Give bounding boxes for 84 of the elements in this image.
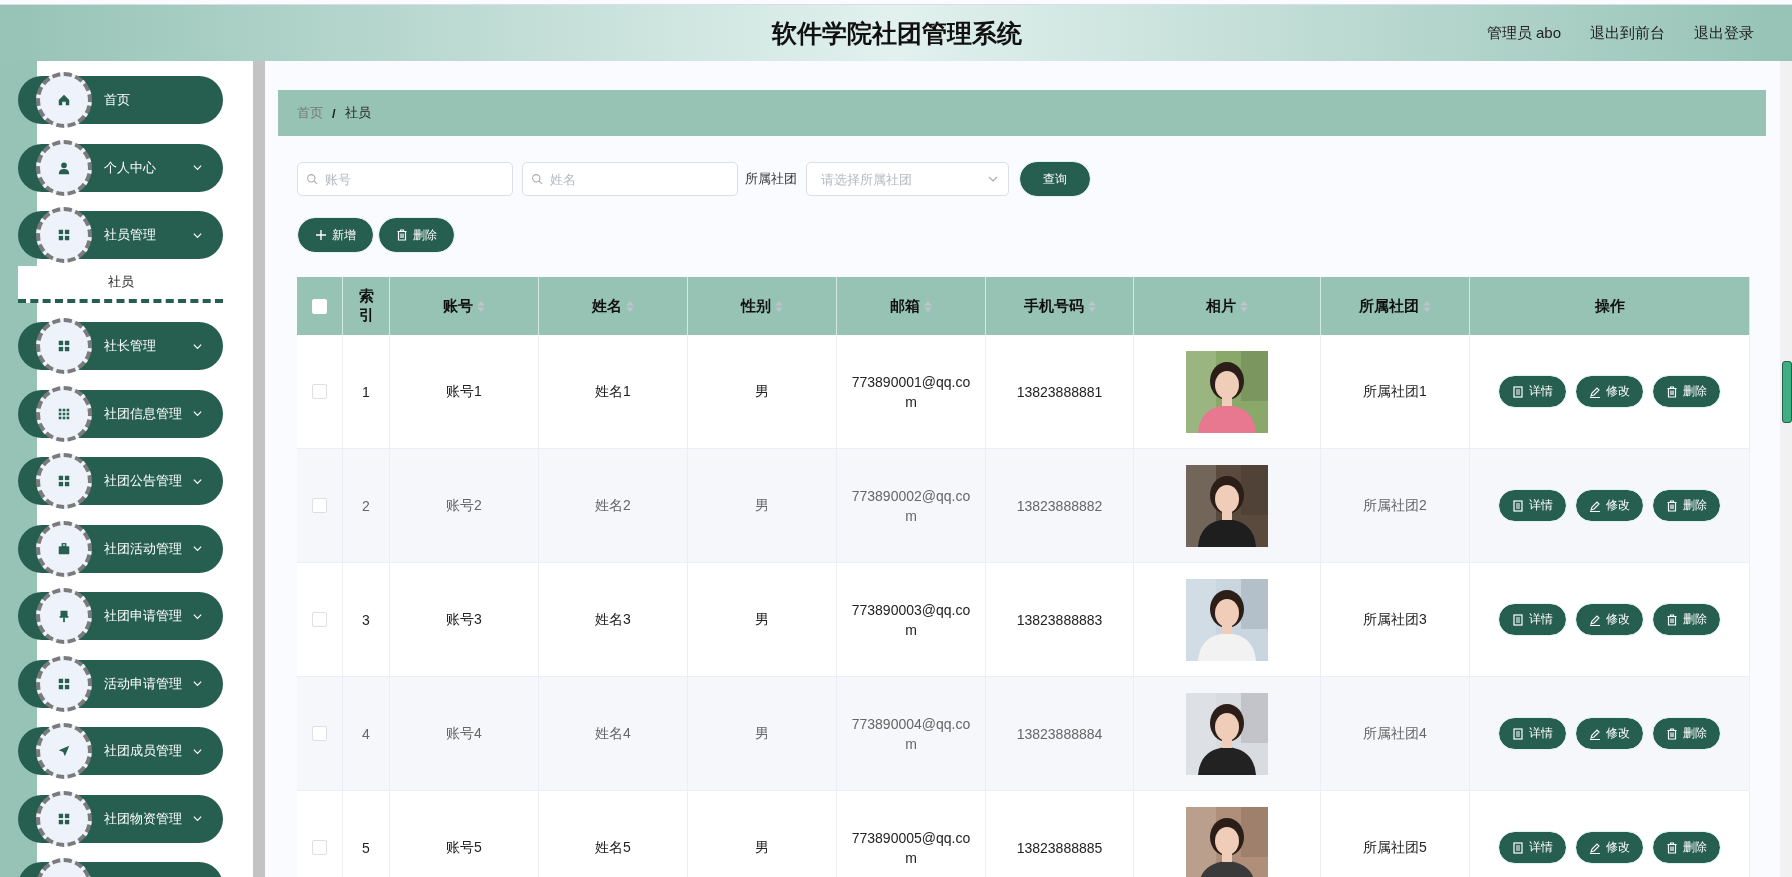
row-checkbox[interactable] — [312, 498, 327, 513]
paper-plane-icon — [57, 744, 71, 758]
field-label: 所属社团 — [745, 170, 797, 188]
row-checkbox[interactable] — [312, 840, 327, 855]
sort-icon — [924, 300, 932, 312]
breadcrumb-separator: / — [332, 105, 336, 121]
pin-icon — [57, 609, 71, 623]
pencil-icon — [1589, 385, 1601, 398]
grid-icon — [57, 811, 71, 826]
details-button[interactable]: 详情 — [1499, 604, 1566, 635]
trash-icon — [396, 229, 408, 241]
chevron-down-icon — [192, 813, 203, 824]
page-title: 软件学院社团管理系统 — [770, 17, 1022, 49]
table-cell: 账号5 — [390, 791, 539, 877]
details-button[interactable]: 详情 — [1499, 376, 1566, 407]
sort-icon — [1240, 300, 1248, 312]
sort-icon — [626, 300, 634, 312]
document-icon — [1512, 499, 1524, 512]
home-icon — [57, 93, 71, 107]
header-link[interactable]: 退出到前台 — [1590, 23, 1665, 43]
add-button[interactable]: 新增 — [298, 218, 373, 252]
delete-button[interactable]: 删除 — [1653, 604, 1720, 635]
submenu-item[interactable]: 社员 — [18, 265, 223, 303]
trash-icon — [1666, 613, 1678, 626]
document-icon — [1512, 613, 1524, 626]
search-icon — [531, 173, 544, 186]
search-field[interactable]: 姓名 — [522, 162, 738, 196]
search-button[interactable]: 查询 — [1020, 162, 1090, 196]
edit-button[interactable]: 修改 — [1576, 832, 1643, 863]
search-field[interactable]: 账号 — [297, 162, 513, 196]
chevron-down-icon — [192, 162, 203, 173]
pencil-icon — [1589, 841, 1601, 854]
grid-icon — [57, 339, 71, 353]
table-cell: 13823888885 — [986, 791, 1134, 877]
grid-icon — [57, 406, 71, 421]
sort-icon — [1087, 300, 1096, 312]
edit-button[interactable]: 修改 — [1576, 718, 1643, 749]
edit-button[interactable]: 修改 — [1576, 376, 1643, 407]
select-field[interactable]: 请选择所属社团 — [806, 162, 1009, 196]
table-cell: 男 — [688, 791, 837, 877]
pencil-icon — [1589, 613, 1601, 626]
delete-button[interactable]: 删除 — [379, 218, 454, 252]
details-button[interactable]: 详情 — [1499, 832, 1566, 863]
trash-icon — [1666, 841, 1678, 854]
sort-icon — [1423, 300, 1431, 312]
sort-icon — [477, 300, 485, 312]
trash-icon — [1666, 499, 1678, 512]
table-cell: 姓名5 — [539, 791, 688, 877]
table-cell: 773890005@qq.com — [837, 791, 986, 877]
document-icon — [1512, 727, 1524, 740]
row-checkbox[interactable] — [312, 384, 327, 399]
delete-button[interactable]: 删除 — [1653, 376, 1720, 407]
grid-icon — [57, 676, 71, 691]
briefcase-icon — [57, 541, 71, 556]
delete-button[interactable]: 删除 — [1653, 832, 1720, 863]
grid-icon — [57, 228, 71, 242]
chevron-down-icon — [192, 408, 203, 419]
row-checkbox[interactable] — [312, 612, 327, 627]
header-link[interactable]: 退出登录 — [1694, 23, 1754, 43]
details-button[interactable]: 详情 — [1499, 718, 1566, 749]
chevron-down-icon — [192, 678, 203, 689]
sort-icon — [775, 300, 783, 312]
row-checkbox[interactable] — [312, 726, 327, 741]
details-button[interactable]: 详情 — [1499, 490, 1566, 521]
search-icon — [306, 173, 319, 186]
table-cell: 5 — [343, 791, 390, 877]
edit-button[interactable]: 修改 — [1576, 604, 1643, 635]
grid-icon — [57, 474, 71, 488]
edit-button[interactable]: 修改 — [1576, 490, 1643, 521]
chevron-down-icon — [192, 543, 203, 554]
pencil-icon — [1589, 499, 1601, 512]
delete-button[interactable]: 删除 — [1653, 718, 1720, 749]
trash-icon — [1666, 385, 1678, 398]
document-icon — [1512, 385, 1524, 398]
trash-icon — [1666, 727, 1678, 740]
plus-icon — [315, 229, 327, 241]
select-all-checkbox[interactable] — [312, 298, 327, 314]
user-icon — [57, 160, 71, 175]
document-icon — [1512, 841, 1524, 854]
scrollbar-thumb[interactable] — [1782, 361, 1792, 423]
header-link[interactable]: 管理员 abo — [1486, 23, 1561, 43]
pencil-icon — [1589, 727, 1601, 740]
table-cell: 所属社团5 — [1321, 791, 1470, 877]
delete-button[interactable]: 删除 — [1653, 490, 1720, 521]
